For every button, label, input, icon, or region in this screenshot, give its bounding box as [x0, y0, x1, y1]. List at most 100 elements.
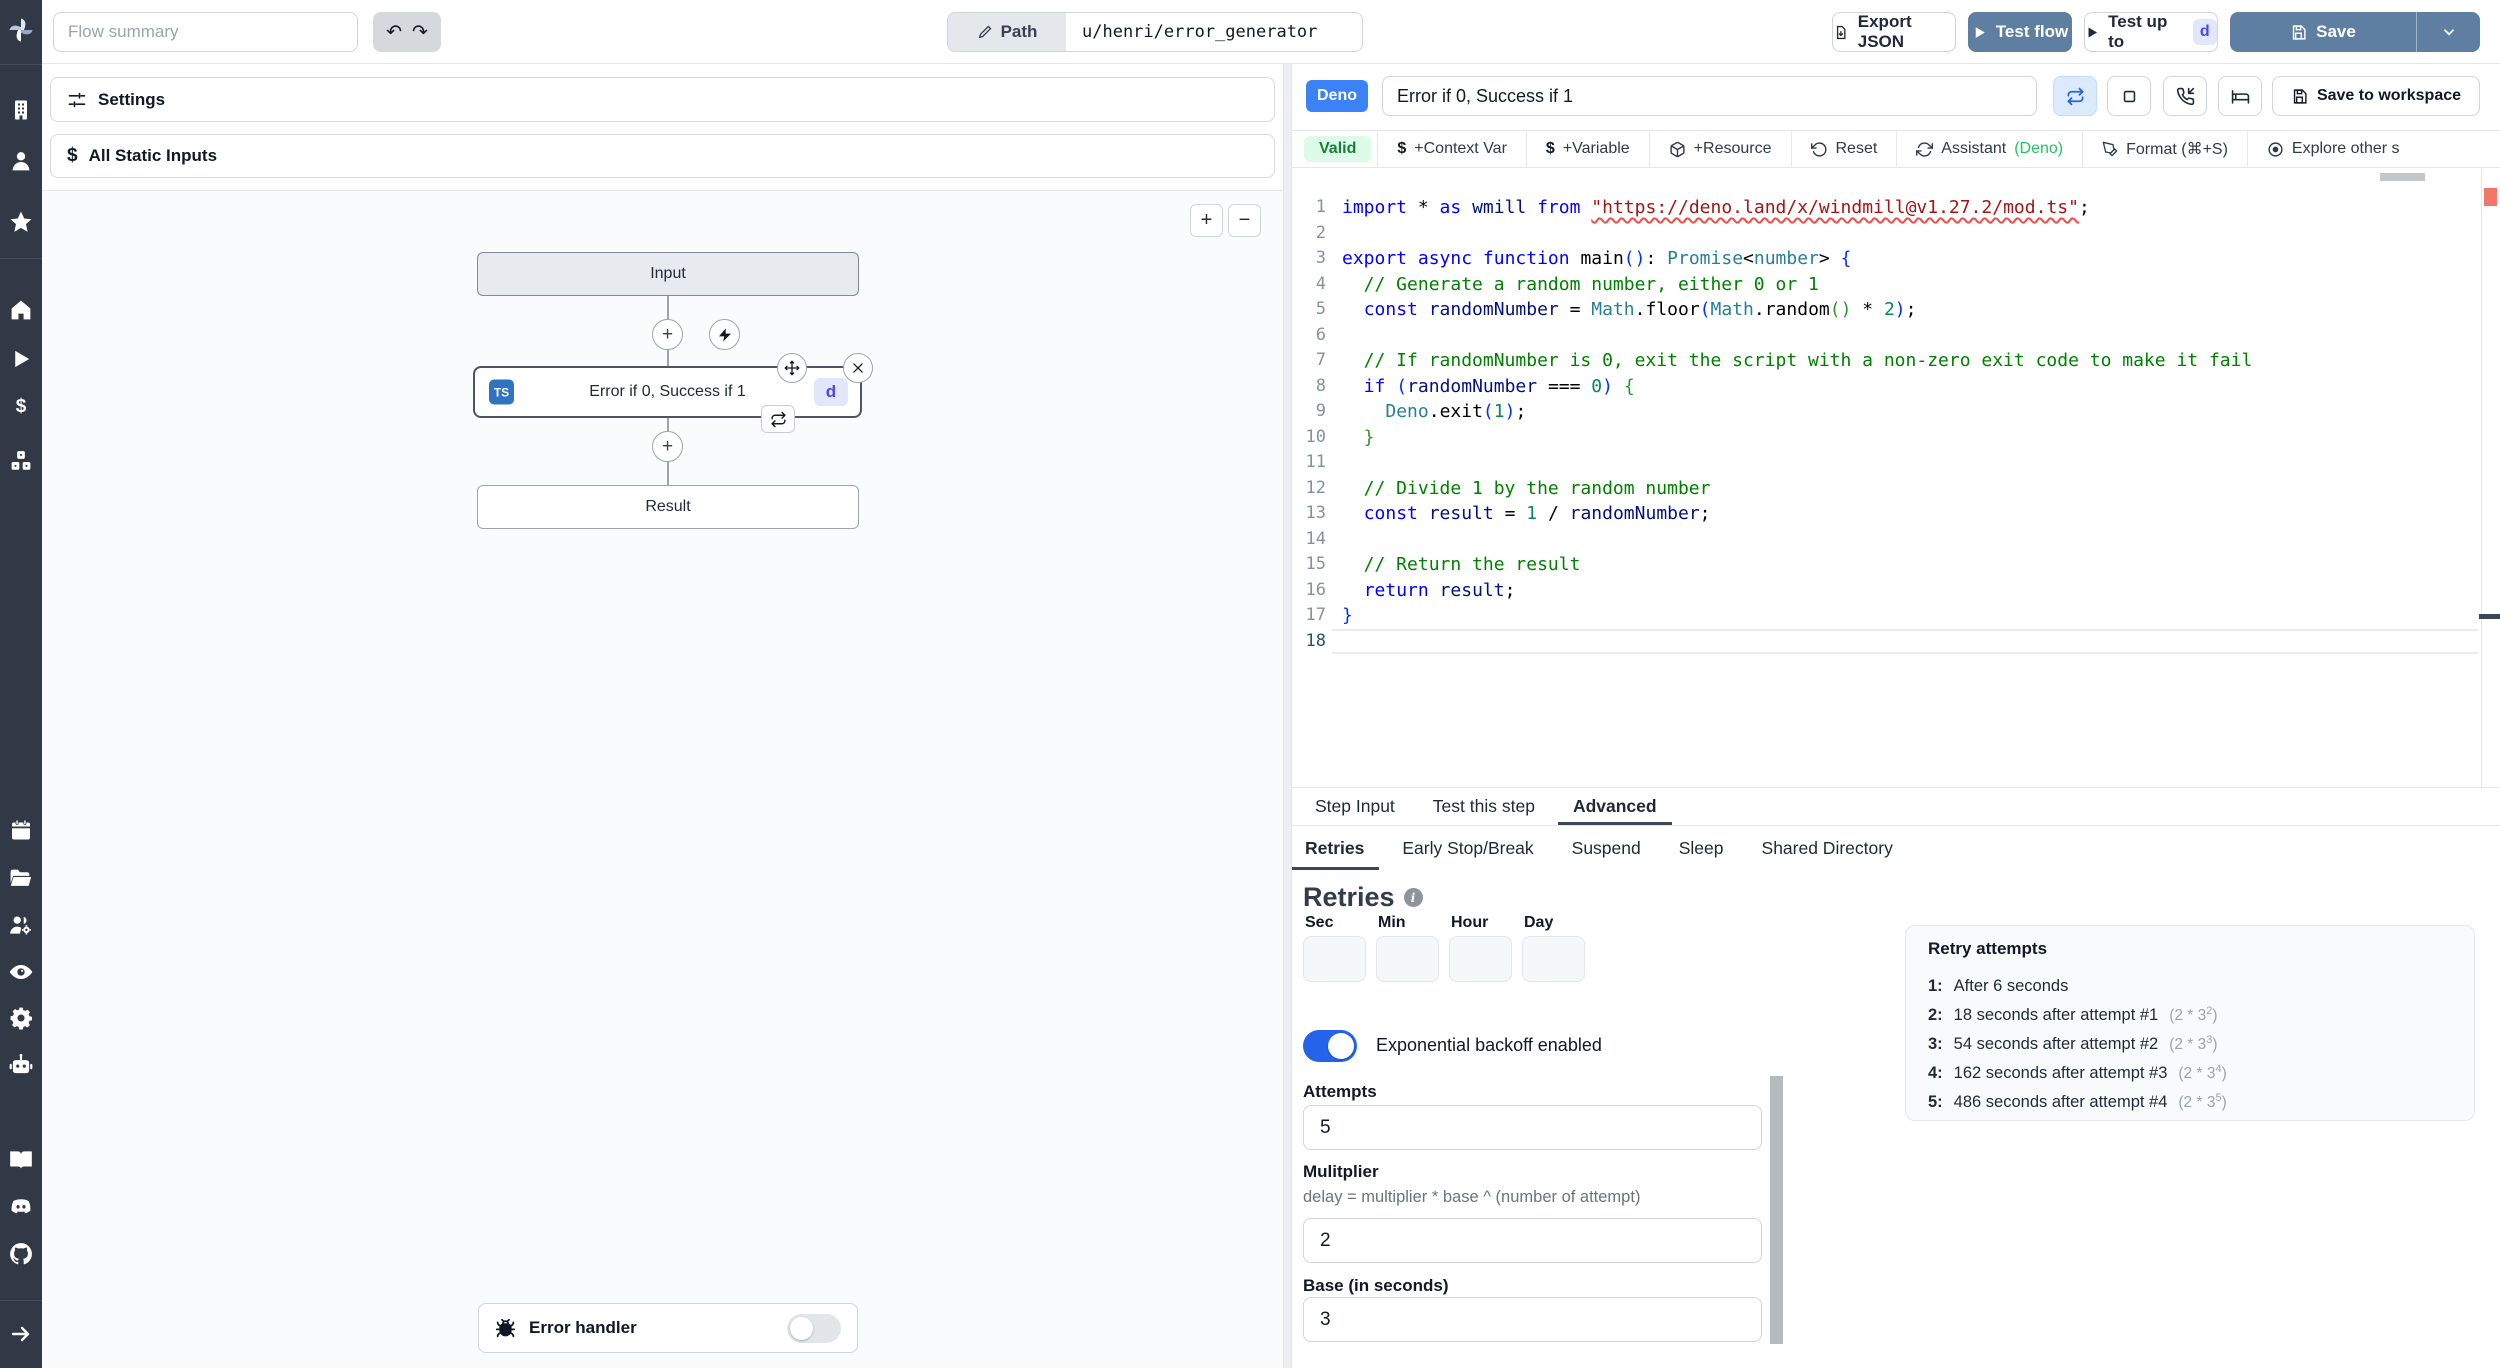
retries-shortcut-button[interactable] — [2053, 76, 2097, 116]
flow-summary-input[interactable] — [53, 12, 358, 52]
workspace-building-icon[interactable] — [9, 98, 33, 122]
subtab-early-stop-break[interactable]: Early Stop/Break — [1387, 826, 1548, 870]
code-line[interactable]: // If randomNumber is 0, exit the script… — [1342, 348, 2478, 374]
add-variable-button[interactable]: $ +Variable — [1525, 131, 1649, 167]
code-line[interactable]: export async function main(): Promise<nu… — [1342, 246, 2478, 272]
undo-icon[interactable]: ↶ — [386, 23, 402, 42]
info-icon[interactable]: i — [1403, 888, 1423, 907]
result-node[interactable]: Result — [477, 485, 859, 529]
assistant-language: (Deno) — [2014, 140, 2064, 157]
panel-splitter[interactable] — [1283, 64, 1292, 1368]
code-editor[interactable]: 1 2 3 4 5 6 7 8 9 10 11 12 13 14 15 16 17 18 import * as … — [1292, 168, 2500, 787]
save-button[interactable]: Save — [2230, 12, 2416, 52]
save-to-workspace-button[interactable]: Save to workspace — [2272, 76, 2480, 116]
subtab-retries[interactable]: Retries — [1292, 826, 1379, 870]
all-static-inputs-button[interactable]: $ All Static Inputs — [50, 134, 1275, 178]
gear-settings-icon[interactable] — [9, 1006, 34, 1031]
subtab-shared-directory[interactable]: Shared Directory — [1747, 826, 1908, 870]
save-dropdown-button[interactable] — [2416, 12, 2480, 52]
input-node[interactable]: Input — [477, 252, 859, 296]
redo-icon[interactable]: ↷ — [412, 23, 428, 42]
code-line[interactable]: return result; — [1342, 578, 2478, 604]
base-input[interactable] — [1303, 1297, 1762, 1342]
add-step-button[interactable]: + — [652, 319, 683, 350]
export-json-button[interactable]: Export JSON — [1832, 12, 1956, 52]
book-docs-icon[interactable] — [8, 1147, 34, 1173]
suspend-shortcut-button[interactable] — [2163, 76, 2207, 116]
tab-test-this-step[interactable]: Test this step — [1418, 788, 1550, 825]
code-line[interactable] — [1342, 629, 2478, 655]
user-icon[interactable] — [9, 149, 34, 174]
code-line[interactable] — [1342, 221, 2478, 247]
error-handler-node[interactable]: Error handler — [478, 1303, 858, 1353]
test-flow-button[interactable]: Test flow — [1968, 12, 2072, 52]
code-line[interactable]: if (randomNumber === 0) { — [1342, 374, 2478, 400]
trigger-bolt-button[interactable] — [709, 319, 740, 350]
hour-input[interactable] — [1449, 936, 1512, 982]
step-name-input[interactable] — [1382, 76, 2037, 116]
code-line[interactable]: const result = 1 / randomNumber; — [1342, 501, 2478, 527]
sec-input[interactable] — [1303, 936, 1366, 982]
play-runs-icon[interactable] — [10, 348, 33, 371]
add-resource-button[interactable]: +Resource — [1648, 131, 1791, 167]
cubes-resources-icon[interactable] — [9, 449, 34, 474]
flow-settings-button[interactable]: Settings — [50, 77, 1275, 122]
code-line[interactable]: Deno.exit(1); — [1342, 399, 2478, 425]
path-value[interactable]: u/henri/error_generator — [1066, 13, 1362, 51]
windmill-logo-icon[interactable] — [7, 16, 35, 44]
star-favorites-icon[interactable] — [9, 210, 34, 235]
exponential-backoff-toggle[interactable] — [1303, 1030, 1357, 1062]
folder-icon[interactable] — [9, 866, 34, 891]
github-icon[interactable] — [8, 1241, 34, 1267]
code-line[interactable]: } — [1342, 603, 2478, 629]
subtab-suspend[interactable]: Suspend — [1557, 826, 1656, 870]
add-context-var-button[interactable]: $ +Context Var — [1377, 131, 1526, 167]
delete-step-button[interactable] — [843, 353, 873, 383]
zoom-out-button[interactable]: − — [1228, 204, 1261, 237]
multiplier-input[interactable] — [1303, 1218, 1762, 1263]
discord-icon[interactable] — [8, 1194, 34, 1220]
editor-code[interactable]: import * as wmill from "https://deno.lan… — [1342, 195, 2478, 654]
pane-scrollbar[interactable] — [1770, 1076, 1783, 1344]
eye-audit-icon[interactable] — [8, 959, 34, 985]
day-input[interactable] — [1522, 936, 1585, 982]
error-handler-toggle[interactable] — [787, 1313, 841, 1343]
assistant-button[interactable]: Assistant (Deno) — [1896, 131, 2082, 167]
step-tabs: Step Input Test this step Advanced — [1292, 787, 2500, 825]
tab-advanced[interactable]: Advanced — [1558, 788, 1672, 825]
min-input[interactable] — [1376, 936, 1439, 982]
sleep-shortcut-button[interactable] — [2218, 76, 2262, 116]
editor-scrollbar-thumb[interactable] — [2380, 173, 2425, 181]
code-line[interactable]: import * as wmill from "https://deno.lan… — [1342, 195, 2478, 221]
add-step-button[interactable]: + — [652, 431, 683, 462]
code-line[interactable] — [1342, 527, 2478, 553]
test-up-to-button[interactable]: Test up to d — [2084, 12, 2218, 52]
arrow-expand-icon[interactable] — [9, 1322, 33, 1346]
format-button[interactable]: Format (⌘+S) — [2082, 131, 2247, 167]
code-line[interactable]: // Generate a random number, either 0 or… — [1342, 272, 2478, 298]
dollar-variables-icon[interactable]: $ — [16, 396, 27, 418]
step-retry-indicator[interactable] — [761, 405, 795, 433]
code-line[interactable]: // Return the result — [1342, 552, 2478, 578]
code-line[interactable]: // Divide 1 by the random number — [1342, 476, 2478, 502]
zoom-in-button[interactable]: + — [1190, 204, 1223, 237]
attempts-input[interactable] — [1303, 1105, 1762, 1150]
code-line[interactable] — [1342, 323, 2478, 349]
editor-overview-ruler — [2481, 168, 2500, 787]
reset-button[interactable]: Reset — [1790, 131, 1897, 167]
users-groups-icon[interactable] — [8, 912, 34, 938]
move-step-button[interactable] — [777, 353, 807, 383]
calendar-schedules-icon[interactable] — [9, 818, 33, 842]
tab-step-input[interactable]: Step Input — [1300, 788, 1410, 825]
path-field[interactable]: Path u/henri/error_generator — [947, 12, 1363, 52]
code-line[interactable] — [1342, 450, 2478, 476]
subtab-sleep[interactable]: Sleep — [1664, 826, 1739, 870]
home-icon[interactable] — [9, 298, 34, 323]
code-line[interactable]: const randomNumber = Math.floor(Math.ran… — [1342, 297, 2478, 323]
code-line[interactable]: } — [1342, 425, 2478, 451]
robot-workers-icon[interactable] — [8, 1052, 34, 1078]
splitter-handle[interactable] — [2479, 614, 2500, 619]
explore-scripts-button[interactable]: Explore other s — [2246, 131, 2419, 167]
early-stop-shortcut-button[interactable] — [2107, 76, 2151, 116]
flow-canvas[interactable]: + − Input + TS Error if 0, Success if 1 … — [42, 190, 1283, 1368]
